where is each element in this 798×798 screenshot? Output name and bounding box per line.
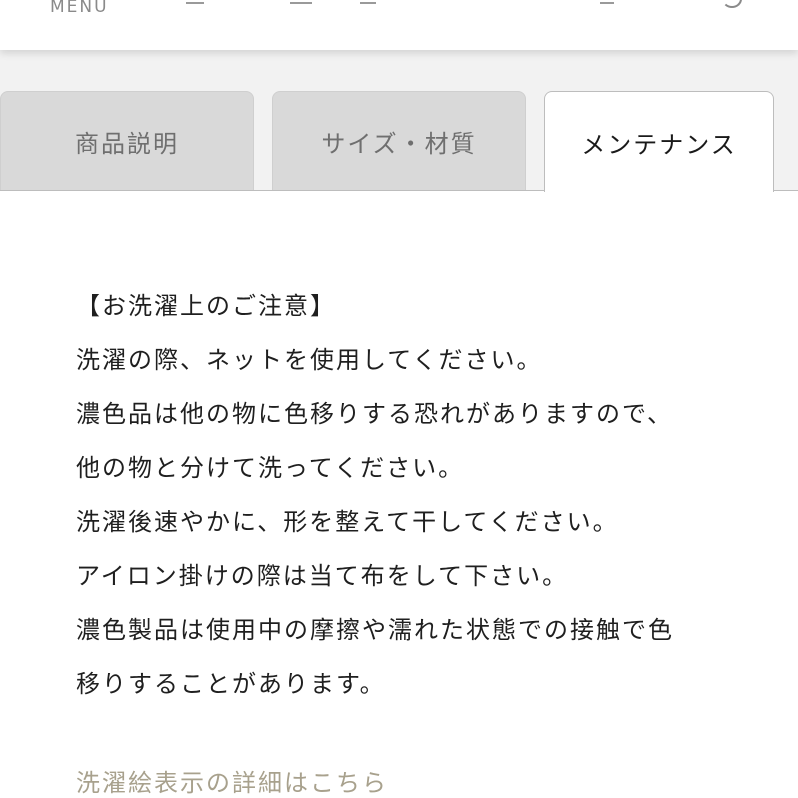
- care-label-details-link[interactable]: 洗濯絵表示の詳細はこちら: [76, 763, 388, 798]
- tab-label: サイズ・材質: [321, 130, 477, 158]
- notice-line: 濃色品は他の物に色移りする恐れがありますので、: [76, 400, 674, 428]
- page: MENU 商品説明 サイズ・材質 メンテナンス 【お洗濯上のご注意】 洗濯の際、…: [0, 0, 798, 798]
- maintenance-panel: 【お洗濯上のご注意】 洗濯の際、ネットを使用してください。 濃色品は他の物に色移…: [0, 191, 798, 798]
- menu-button[interactable]: MENU: [50, 0, 109, 17]
- header-logo-fragment[interactable]: [360, 0, 376, 4]
- site-header: MENU: [0, 0, 798, 50]
- active-tab-gap: [545, 189, 773, 192]
- header-nav-fragment[interactable]: [600, 0, 614, 4]
- cart-icon[interactable]: [722, 0, 742, 8]
- notice-line: 移りすることがあります。: [76, 670, 386, 698]
- header-logo-fragment[interactable]: [186, 0, 204, 4]
- notice-line: 洗濯の際、ネットを使用してください。: [76, 346, 543, 374]
- tab-product-description[interactable]: 商品説明: [0, 91, 254, 191]
- tab-label: 商品説明: [75, 130, 179, 158]
- product-tabs: 商品説明 サイズ・材質 メンテナンス: [0, 91, 798, 192]
- notice-line: 洗濯後速やかに、形を整えて干してください。: [76, 508, 619, 536]
- tab-size-material[interactable]: サイズ・材質: [272, 91, 526, 191]
- notice-line: 濃色製品は使用中の摩擦や濡れた状態での接触で色: [76, 616, 674, 644]
- notice-line: アイロン掛けの際は当て布をして下さい。: [76, 562, 569, 590]
- washing-notice: 【お洗濯上のご注意】 洗濯の際、ネットを使用してください。 濃色品は他の物に色移…: [76, 279, 776, 711]
- notice-heading: 【お洗濯上のご注意】: [76, 292, 336, 320]
- tab-maintenance[interactable]: メンテナンス: [544, 91, 774, 192]
- header-logo-fragment[interactable]: [290, 0, 312, 4]
- notice-line: 他の物と分けて洗ってください。: [76, 454, 465, 482]
- tab-label: メンテナンス: [581, 130, 737, 159]
